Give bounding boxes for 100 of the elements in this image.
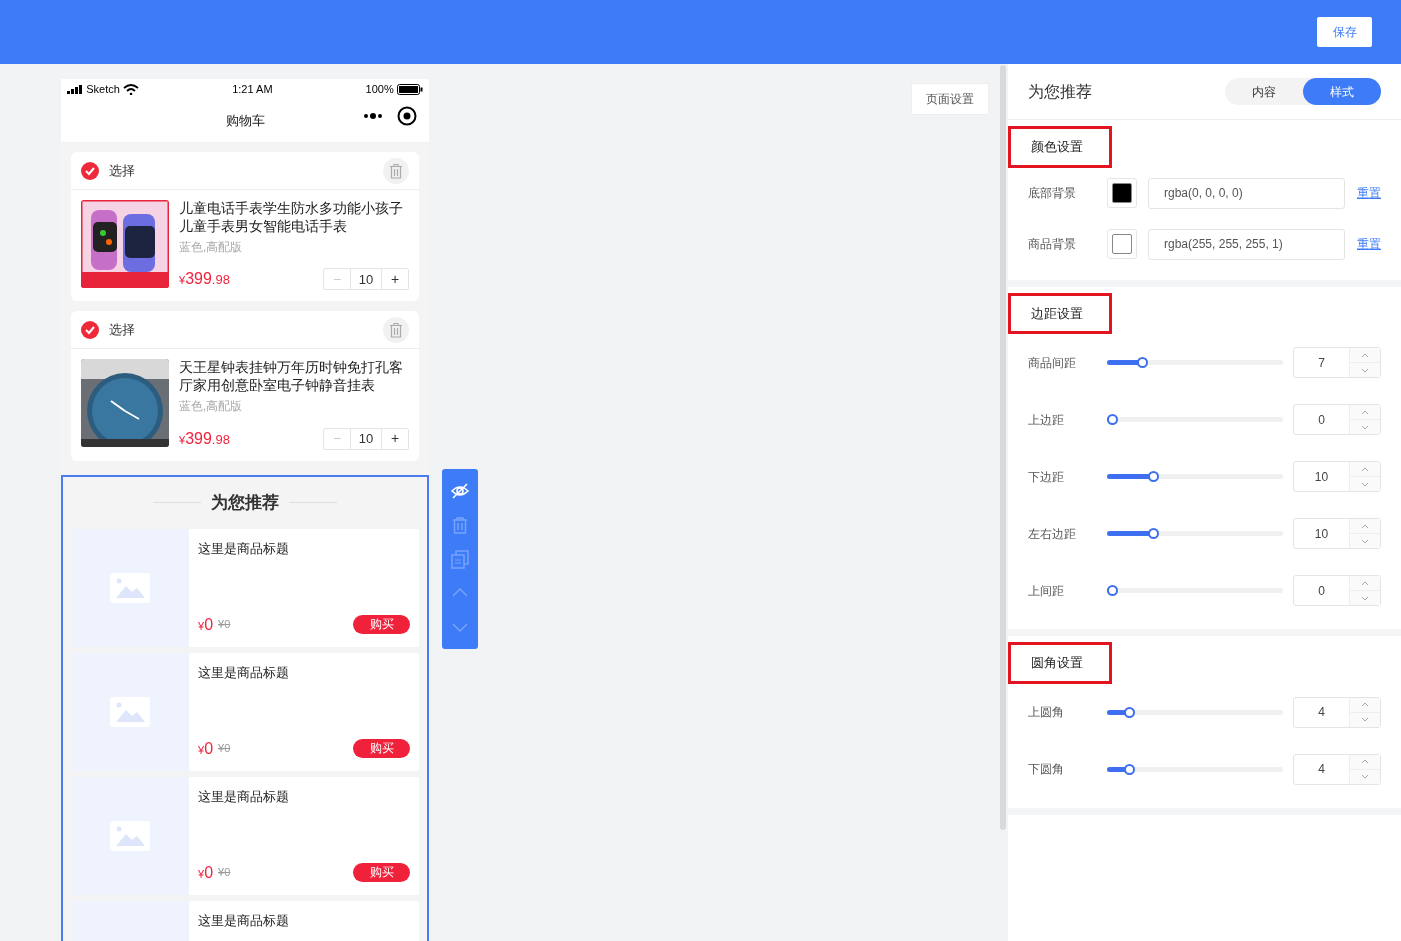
product-title: 这里是商品标题 bbox=[198, 911, 290, 930]
section-title: 为您推荐 bbox=[211, 491, 279, 514]
chevron-down-icon[interactable] bbox=[1360, 595, 1370, 601]
wifi-icon bbox=[123, 84, 140, 95]
buy-button[interactable]: 购买 bbox=[353, 739, 410, 758]
chevron-up-icon[interactable] bbox=[1360, 352, 1370, 358]
chevron-up-icon[interactable] bbox=[1360, 466, 1370, 472]
product-spec: 蓝色,高配版 bbox=[179, 240, 244, 255]
image-icon bbox=[110, 696, 150, 727]
page-settings-button[interactable]: 页面设置 bbox=[911, 83, 989, 115]
slider-track[interactable] bbox=[1107, 357, 1283, 368]
product-title: 天王星钟表挂钟万年历时钟免打孔客厅家用创意卧室电子钟静音挂表 bbox=[179, 359, 404, 396]
chevron-up-icon[interactable] bbox=[1360, 409, 1370, 415]
panel-title: 为您推荐 bbox=[1028, 81, 1092, 102]
reset-link[interactable]: 重置 bbox=[1357, 235, 1381, 253]
number-input[interactable]: 7 bbox=[1293, 347, 1381, 378]
product-price: ¥399.98 bbox=[179, 269, 230, 290]
number-input[interactable]: 10 bbox=[1293, 461, 1381, 492]
color-input[interactable]: rgba(255, 255, 255, 1) bbox=[1148, 228, 1345, 260]
scrollbar[interactable] bbox=[1000, 65, 1006, 830]
slider-track[interactable] bbox=[1107, 585, 1283, 596]
field-label: 下圆角 bbox=[1028, 761, 1065, 778]
slider-track[interactable] bbox=[1107, 706, 1283, 718]
slider-thumb[interactable] bbox=[1107, 585, 1118, 596]
product-title: 儿童电话手表学生防水多功能小孩子儿童手表男女智能电话手表 bbox=[179, 200, 404, 236]
buy-button[interactable]: 购买 bbox=[353, 615, 410, 634]
slider-track[interactable] bbox=[1107, 763, 1283, 775]
product-price: ¥0 bbox=[198, 862, 214, 883]
buy-button[interactable]: 购买 bbox=[353, 863, 410, 882]
chevron-down-icon[interactable] bbox=[1360, 774, 1370, 779]
color-input[interactable]: rgba(0, 0, 0, 0) bbox=[1148, 177, 1345, 209]
chevron-down-icon[interactable] bbox=[1360, 424, 1370, 430]
hide-icon[interactable] bbox=[450, 481, 470, 501]
product-spec: 蓝色,高配版 bbox=[179, 399, 244, 415]
color-picker[interactable] bbox=[1107, 229, 1137, 259]
product-price: ¥399.98 bbox=[179, 428, 230, 449]
more-icon[interactable] bbox=[363, 111, 383, 121]
number-input[interactable]: 4 bbox=[1293, 753, 1381, 785]
recommend-section[interactable]: 为您推荐 这里是商品标题 ¥0 ¥0 购买 这里是商品标题 ¥0 ¥0 购买 这里是商品标题 ¥0 ¥0 购买 这里是商品标题 bbox=[61, 474, 429, 941]
trash-icon bbox=[389, 321, 403, 338]
product-title: 这里是商品标题 bbox=[198, 787, 290, 806]
carrier-name: Sketch bbox=[86, 82, 120, 98]
number-input[interactable]: 0 bbox=[1293, 404, 1381, 435]
field-label: 商品间距 bbox=[1028, 354, 1077, 372]
chevron-up-icon[interactable] bbox=[1360, 523, 1370, 529]
slider-thumb[interactable] bbox=[1148, 528, 1160, 539]
target-icon[interactable] bbox=[397, 106, 417, 126]
reset-link[interactable]: 重置 bbox=[1357, 184, 1381, 202]
slider-thumb[interactable] bbox=[1107, 414, 1118, 425]
field-label: 上边距 bbox=[1028, 411, 1065, 429]
slider-track[interactable] bbox=[1107, 414, 1283, 425]
chevron-down-icon[interactable] bbox=[1360, 538, 1370, 544]
quantity-stepper[interactable]: − 10 + bbox=[323, 268, 409, 291]
chevron-down-icon[interactable] bbox=[1360, 717, 1370, 722]
number-input[interactable]: 0 bbox=[1293, 575, 1381, 606]
delete-button[interactable] bbox=[383, 316, 409, 343]
field-label: 左右边距 bbox=[1028, 525, 1077, 543]
chevron-down-icon[interactable] bbox=[1360, 367, 1370, 373]
quantity-stepper[interactable]: − 10 + bbox=[323, 427, 409, 450]
status-time: 1:21 AM bbox=[232, 82, 273, 98]
save-button[interactable]: 保存 bbox=[1317, 17, 1372, 47]
select-label: 选择 bbox=[109, 161, 135, 180]
chevron-up-icon[interactable] bbox=[1360, 580, 1370, 586]
checkbox[interactable] bbox=[81, 161, 99, 180]
image-icon bbox=[110, 572, 150, 603]
number-input[interactable]: 4 bbox=[1293, 696, 1381, 728]
battery-icon bbox=[397, 84, 423, 95]
section-title: 颜色设置 bbox=[1008, 126, 1112, 168]
chevron-down-icon[interactable] bbox=[1360, 481, 1370, 487]
slider-track[interactable] bbox=[1107, 528, 1283, 539]
original-price: ¥0 bbox=[218, 865, 231, 881]
chevron-up-icon[interactable] bbox=[1360, 702, 1370, 707]
original-price: ¥0 bbox=[218, 741, 231, 757]
field-label: 上圆角 bbox=[1028, 704, 1065, 721]
page-title: 购物车 bbox=[225, 112, 265, 131]
checkbox[interactable] bbox=[81, 320, 99, 339]
section-title: 边距设置 bbox=[1008, 292, 1112, 334]
chevron-up-icon[interactable] bbox=[1360, 759, 1370, 764]
field-label: 商品背景 bbox=[1028, 236, 1077, 253]
tab[interactable]: 样式 bbox=[1303, 78, 1381, 105]
slider-thumb[interactable] bbox=[1123, 706, 1135, 718]
select-label: 选择 bbox=[109, 321, 135, 339]
product-title: 这里是商品标题 bbox=[198, 663, 290, 682]
trash-icon bbox=[389, 162, 403, 179]
field-label: 上间距 bbox=[1028, 582, 1065, 600]
battery-percent: 100% bbox=[365, 82, 394, 98]
product-title: 这里是商品标题 bbox=[198, 539, 290, 558]
product-price: ¥0 bbox=[198, 738, 214, 759]
delete-button[interactable] bbox=[383, 157, 409, 184]
number-input[interactable]: 10 bbox=[1293, 518, 1381, 549]
field-label: 下边距 bbox=[1028, 468, 1065, 486]
field-label: 底部背景 bbox=[1028, 185, 1077, 202]
color-picker[interactable] bbox=[1107, 178, 1137, 208]
slider-thumb[interactable] bbox=[1136, 357, 1148, 368]
image-icon bbox=[110, 820, 150, 851]
signal-icon bbox=[67, 85, 83, 94]
slider-thumb[interactable] bbox=[1148, 471, 1160, 482]
slider-thumb[interactable] bbox=[1123, 763, 1135, 775]
tab[interactable]: 内容 bbox=[1225, 78, 1303, 105]
slider-track[interactable] bbox=[1107, 471, 1283, 482]
